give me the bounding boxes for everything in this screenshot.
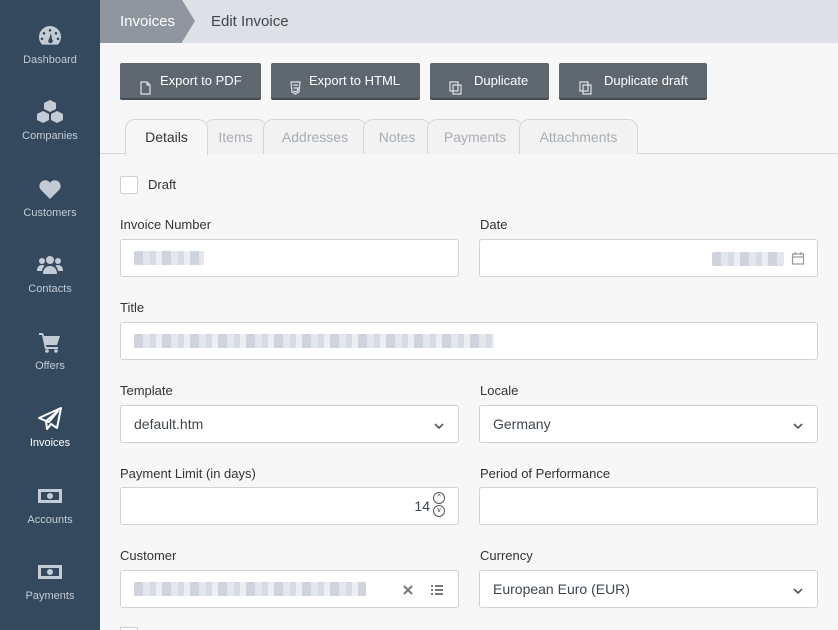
payment-limit-field[interactable]: 14 ^ v [120, 487, 459, 525]
chevron-down-icon [434, 419, 444, 430]
redacted-value [134, 251, 204, 265]
dashboard-icon [37, 23, 63, 49]
template-select[interactable]: default.htm [120, 405, 459, 443]
breadcrumb-invoices-link[interactable]: Invoices [100, 0, 182, 43]
tab-addresses[interactable]: Addresses [263, 119, 367, 154]
sidebar-item-label: Companies [22, 130, 78, 142]
export-html-button[interactable]: Export to HTML [271, 63, 420, 98]
duplicate-button[interactable]: Duplicate [430, 63, 549, 98]
paper-plane-icon [37, 406, 63, 432]
period-field[interactable] [479, 487, 818, 525]
sidebar: Dashboard Companies Customers Contacts O… [0, 0, 100, 630]
sidebar-item-customers[interactable]: Customers [0, 176, 100, 253]
quantity-stepper[interactable]: ^ v [433, 492, 445, 520]
date-label: Date [480, 217, 508, 232]
breadcrumb-arrow [182, 0, 195, 42]
copy-icon [449, 73, 462, 95]
redacted-value [134, 334, 494, 348]
draft-label: Draft [148, 177, 177, 192]
draft-checkbox[interactable] [120, 176, 138, 194]
payment-limit-label: Payment Limit (in days) [120, 466, 256, 481]
copy-icon [579, 73, 592, 95]
page-title: Edit Invoice [211, 13, 289, 30]
sidebar-item-payments[interactable]: Payments [0, 559, 100, 630]
customer-field[interactable] [120, 570, 459, 608]
html5-icon [289, 73, 302, 95]
export-html-label: Export to HTML [309, 73, 401, 88]
tab-details[interactable]: Details [125, 119, 208, 155]
breadcrumb: Invoices Edit Invoice [100, 0, 838, 43]
export-pdf-button[interactable]: Export to PDF [120, 63, 261, 98]
sidebar-item-label: Contacts [28, 283, 72, 295]
sidebar-item-offers[interactable]: Offers [0, 329, 100, 406]
tab-notes[interactable]: Notes [363, 119, 431, 154]
file-pdf-icon [139, 73, 152, 95]
cubes-icon [37, 99, 63, 125]
sidebar-item-invoices[interactable]: Invoices [0, 406, 100, 483]
tab-payments[interactable]: Payments [427, 119, 523, 154]
invoice-number-field[interactable] [120, 239, 459, 277]
tab-items[interactable]: Items [204, 119, 267, 154]
chevron-down-icon [793, 584, 803, 595]
sidebar-item-label: Offers [35, 360, 65, 372]
chevron-down-icon[interactable]: v [433, 505, 445, 517]
title-label: Title [120, 300, 145, 315]
sidebar-item-label: Dashboard [23, 54, 77, 66]
sidebar-item-dashboard[interactable]: Dashboard [0, 23, 100, 100]
sidebar-item-contacts[interactable]: Contacts [0, 252, 100, 329]
locale-select[interactable]: Germany [479, 405, 818, 443]
customer-label: Customer [120, 548, 177, 563]
money-icon [37, 483, 63, 509]
clear-icon[interactable] [401, 583, 415, 597]
sidebar-item-companies[interactable]: Companies [0, 99, 100, 176]
cart-icon [37, 329, 63, 355]
chevron-up-icon[interactable]: ^ [433, 492, 445, 504]
tab-attachments[interactable]: Attachments [519, 119, 638, 154]
export-pdf-label: Export to PDF [160, 73, 242, 88]
period-label: Period of Performance [480, 466, 611, 481]
duplicate-label: Duplicate [474, 73, 529, 88]
redacted-value [712, 252, 784, 266]
list-icon[interactable] [430, 583, 444, 597]
redacted-value [134, 582, 366, 596]
currency-label: Currency [480, 548, 533, 563]
duplicate-draft-button[interactable]: Duplicate draft [559, 63, 707, 98]
sidebar-item-label: Accounts [27, 514, 73, 526]
invoice-number-label: Invoice Number [120, 217, 212, 232]
duplicate-draft-label: Duplicate draft [604, 73, 688, 88]
money-icon [37, 559, 63, 585]
template-label: Template [120, 383, 173, 398]
sidebar-item-label: Payments [25, 590, 75, 602]
sidebar-item-accounts[interactable]: Accounts [0, 483, 100, 560]
template-value: default.htm [134, 416, 204, 432]
title-field[interactable] [120, 322, 818, 360]
currency-select[interactable]: European Euro (EUR) [479, 570, 818, 608]
calendar-icon[interactable] [791, 251, 805, 265]
sidebar-item-label: Invoices [29, 437, 71, 449]
currency-value: European Euro (EUR) [493, 581, 630, 597]
chevron-down-icon [793, 419, 803, 430]
locale-label: Locale [480, 383, 519, 398]
date-field[interactable] [479, 239, 818, 277]
locale-value: Germany [493, 416, 551, 432]
heart-icon [37, 176, 63, 202]
sidebar-item-label: Customers [23, 207, 77, 219]
payment-limit-value: 14 [414, 498, 430, 514]
users-icon [37, 252, 63, 278]
